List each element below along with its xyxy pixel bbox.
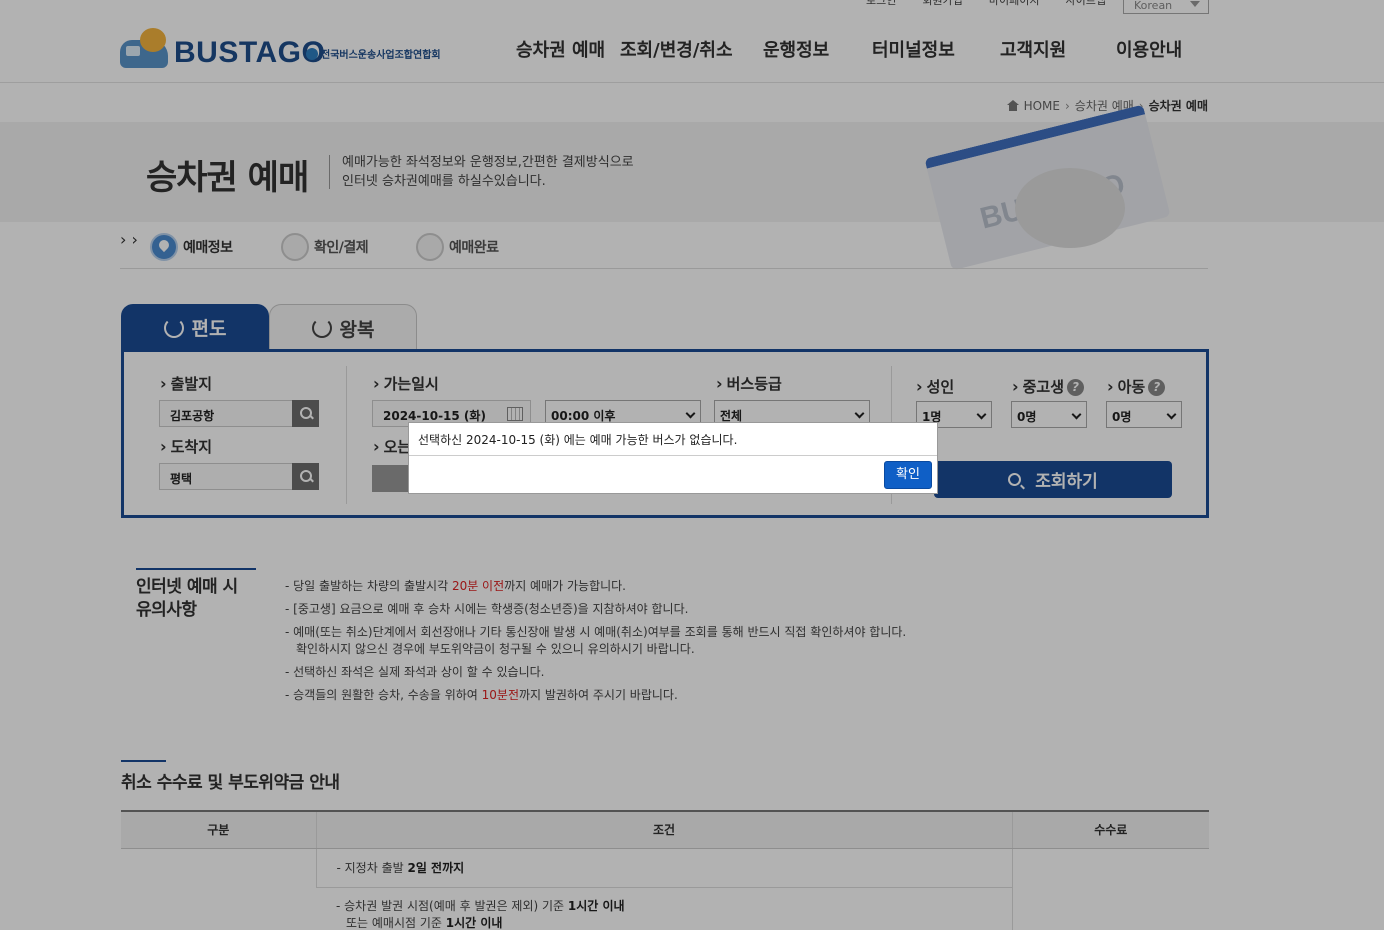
alert-dialog: 선택하신 2024-10-15 (화) 에는 예매 가능한 버스가 없습니다. … [408,422,938,494]
ok-button[interactable]: 확인 [884,461,932,489]
divider [409,455,937,456]
alert-message: 선택하신 2024-10-15 (화) 에는 예매 가능한 버스가 없습니다. [418,433,738,447]
